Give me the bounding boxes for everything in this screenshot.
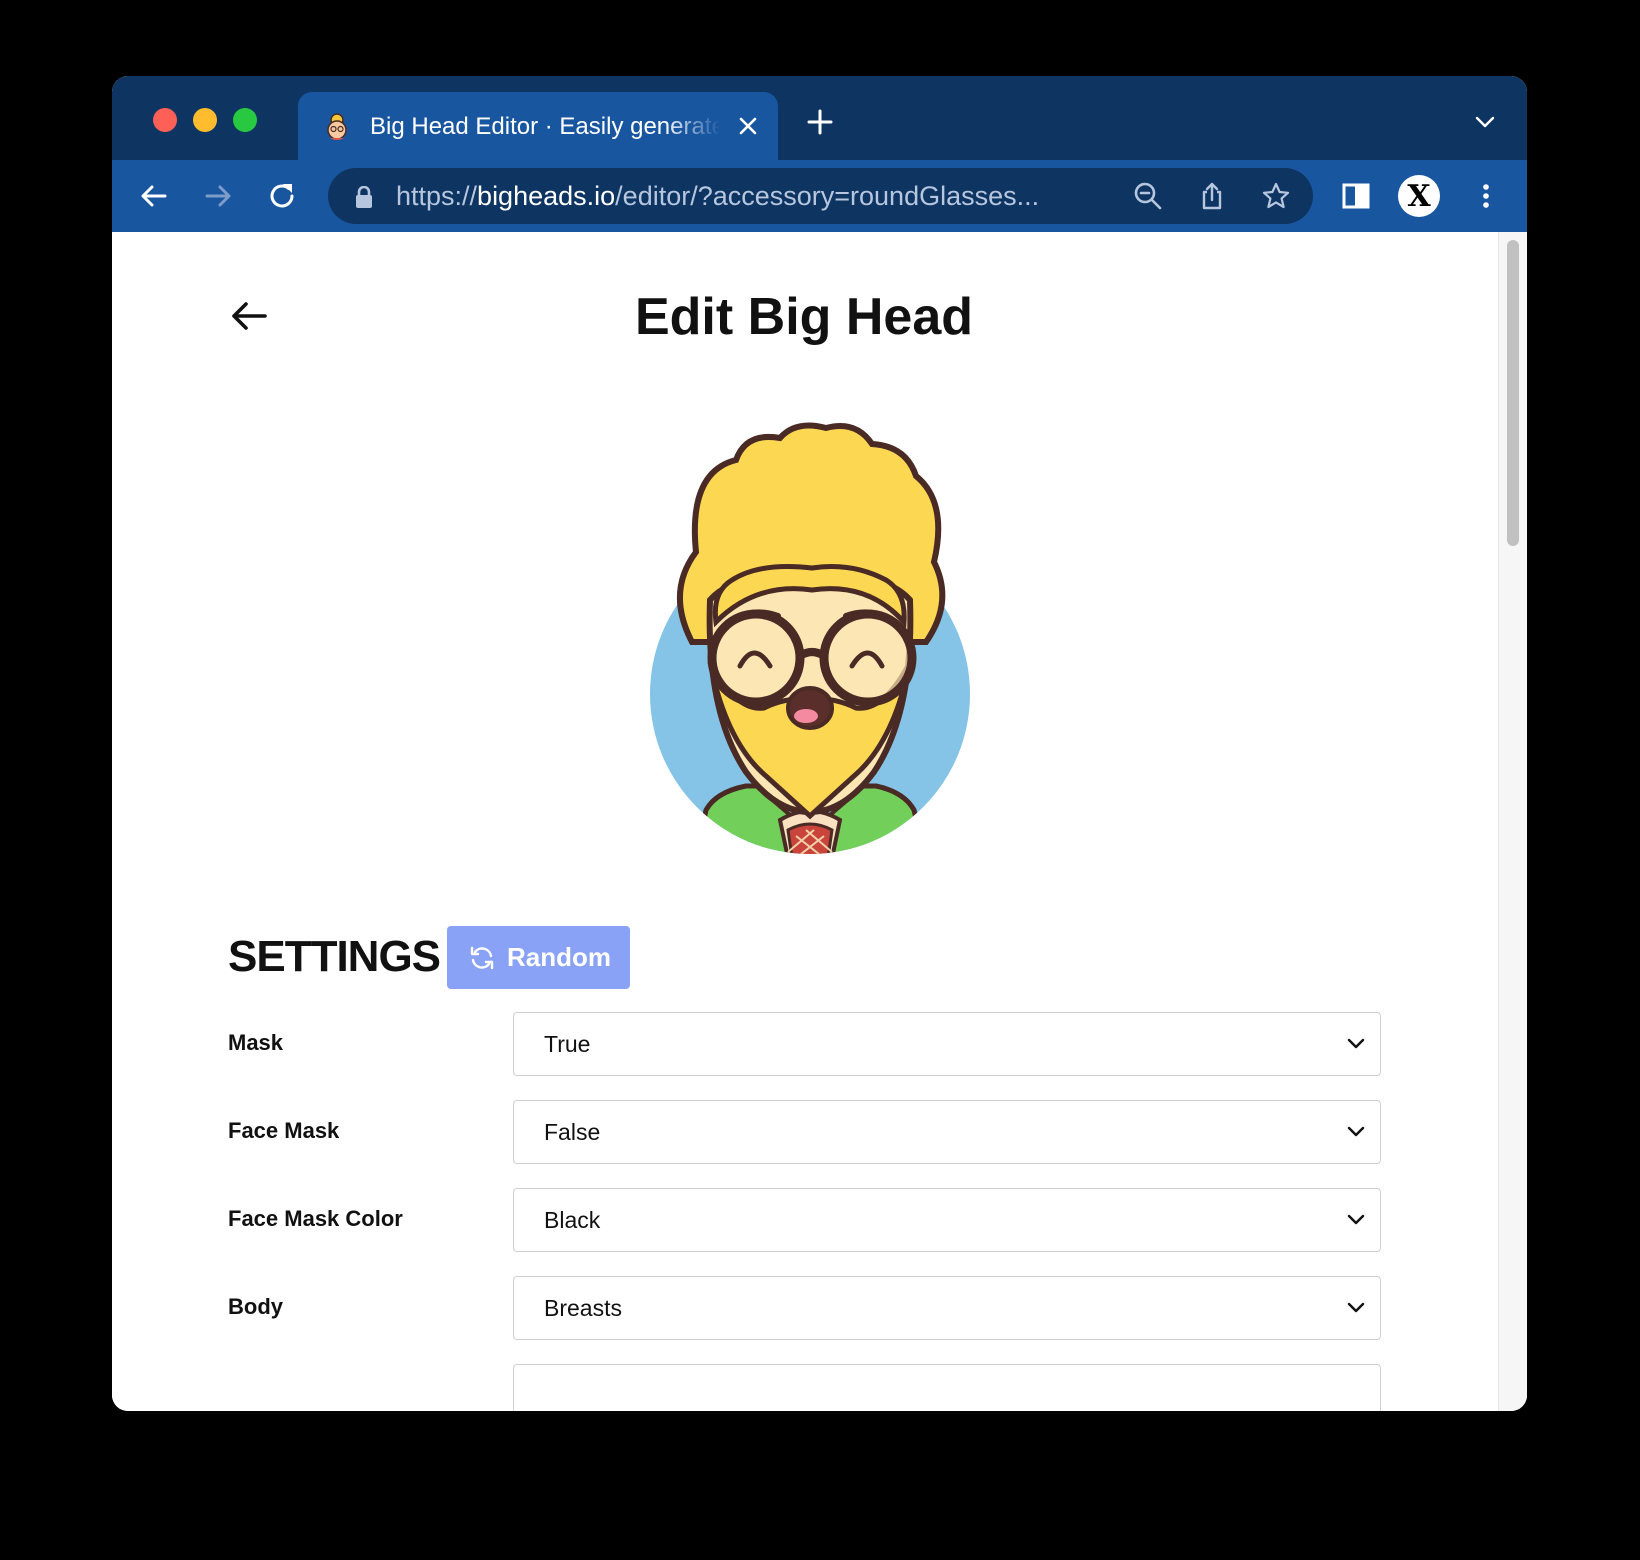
browser-window: Big Head Editor · Easily generate https:…: [112, 76, 1527, 1411]
face-mask-select[interactable]: False: [513, 1100, 1381, 1164]
sidebar-icon[interactable]: [1340, 180, 1372, 212]
url-host: bigheads.io: [477, 181, 616, 211]
star-icon[interactable]: [1261, 181, 1291, 211]
address-bar[interactable]: https://bigheads.io/editor/?accessory=ro…: [328, 168, 1313, 224]
tab-title: Big Head Editor · Easily generate: [370, 113, 720, 140]
tab-big-head-editor[interactable]: Big Head Editor · Easily generate: [298, 92, 778, 160]
page-title: Edit Big Head: [634, 288, 974, 346]
setting-label: Face Mask: [228, 1118, 340, 1143]
partial-select[interactable]: [513, 1364, 1381, 1411]
setting-row-body: Body Breasts: [228, 1276, 1381, 1340]
profile-avatar[interactable]: X: [1398, 175, 1440, 217]
setting-row-partial: [228, 1364, 1381, 1411]
tab-strip: Big Head Editor · Easily generate: [112, 76, 1527, 160]
chevron-down-icon: [1347, 1038, 1365, 1049]
back-arrow-icon[interactable]: [138, 180, 170, 212]
scrollbar[interactable]: [1498, 232, 1527, 1411]
more-icon[interactable]: [1470, 180, 1502, 212]
share-icon[interactable]: [1197, 181, 1227, 211]
select-value: Breasts: [544, 1295, 622, 1321]
settings-title: SETTINGS: [228, 932, 441, 981]
body-select[interactable]: Breasts: [513, 1276, 1381, 1340]
mask-select[interactable]: True: [513, 1012, 1381, 1076]
select-value: False: [544, 1119, 601, 1145]
chevron-down-icon: [1347, 1214, 1365, 1225]
chevron-down-icon: [1347, 1302, 1365, 1313]
browser-toolbar: https://bigheads.io/editor/?accessory=ro…: [112, 160, 1527, 232]
random-button[interactable]: Random: [447, 926, 630, 989]
page-content: Edit Big Head SETTINGS Random Mask True …: [112, 232, 1527, 1411]
favicon-icon: [327, 113, 347, 140]
reload-icon[interactable]: [266, 180, 298, 212]
url-path: /editor/?accessory=roundGlasses...: [615, 181, 1040, 211]
select-value: True: [544, 1031, 591, 1057]
setting-label: Body: [228, 1294, 283, 1319]
lock-icon[interactable]: [354, 186, 374, 208]
chevron-down-icon[interactable]: [1473, 110, 1497, 134]
face-mask-color-select[interactable]: Black: [513, 1188, 1381, 1252]
close-icon[interactable]: [736, 114, 760, 138]
close-window-button[interactable]: [153, 108, 177, 132]
plus-icon[interactable]: [806, 108, 834, 136]
setting-label: Mask: [228, 1030, 284, 1055]
url-text[interactable]: https://bigheads.io/editor/?accessory=ro…: [396, 180, 1116, 212]
forward-arrow-icon[interactable]: [202, 180, 234, 212]
url-scheme: https://: [396, 181, 478, 211]
setting-label: Face Mask Color: [228, 1206, 403, 1231]
maximize-window-button[interactable]: [233, 108, 257, 132]
refresh-icon: [470, 946, 494, 970]
random-label: Random: [507, 942, 611, 972]
scrollbar-thumb[interactable]: [1507, 240, 1519, 546]
select-value: Black: [544, 1207, 601, 1233]
zoom-icon[interactable]: [1133, 181, 1163, 211]
setting-row-face-mask: Face Mask False: [228, 1100, 1381, 1164]
setting-row-mask: Mask True: [228, 1012, 1381, 1076]
minimize-window-button[interactable]: [193, 108, 217, 132]
big-head-avatar: [650, 422, 970, 854]
setting-row-face-mask-color: Face Mask Color Black: [228, 1188, 1381, 1252]
chevron-down-icon: [1347, 1126, 1365, 1137]
